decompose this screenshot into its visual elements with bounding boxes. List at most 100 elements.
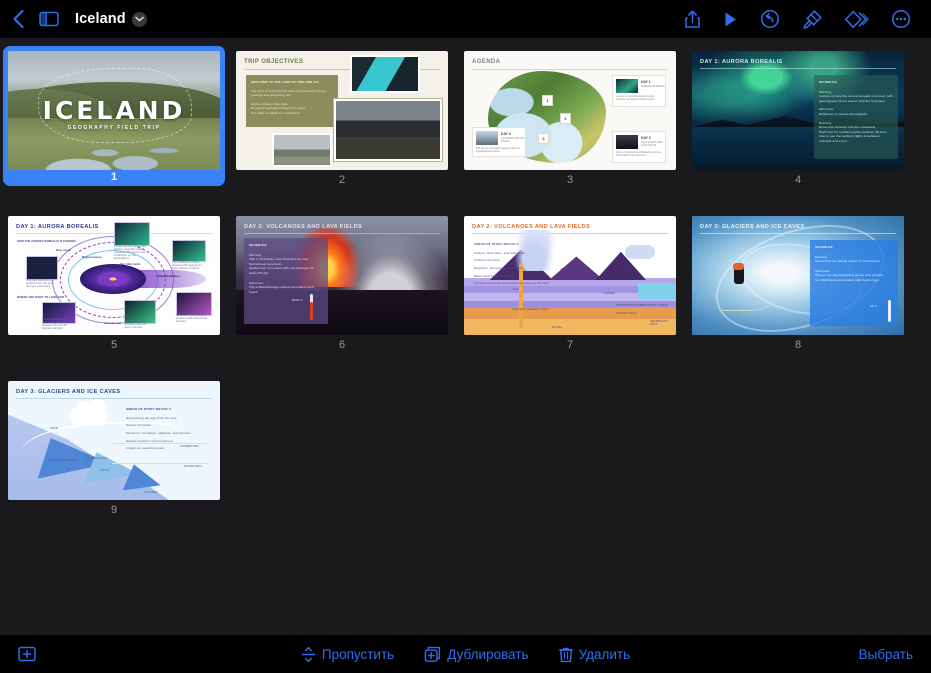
document-title-menu[interactable]: Iceland [73,11,147,27]
schedule-panel: SCHEDULE Morning: Sail across the glacia… [810,240,898,326]
duplicate-slide-button[interactable]: Дублировать [424,646,529,663]
slide-thumb-7[interactable]: DAY 2: VOLCANOES AND LAVA FIELDS AREAS O… [459,211,681,368]
keynote-slide-navigator: Iceland ICELAND GEOGRAPHY FIELD TRIP 1 T… [0,0,931,673]
slide-canvas-8: DAY 3: GLACIERS AND ICE CAVES SCHEDULE M… [692,216,904,335]
slide-thumb-5[interactable]: DAY 1: AURORA BOREALIS HOW THE AURORA BO… [3,211,225,368]
play-button[interactable] [723,11,738,28]
play-icon [725,12,736,26]
slide-canvas-3: AGENDA 1 2 3 DAY 1 AURORA BOREALIS Lectu… [464,51,676,170]
study-bullet-3: Eruptions, fissures, and structure [474,265,523,270]
slide-title-5: DAY 1: AURORA BOREALIS [16,224,99,230]
format-button[interactable] [802,9,823,30]
skip-slide-icon [301,646,316,662]
share-button[interactable] [684,9,701,29]
agenda-card-day2: DAY 2 VOLCANOES AND LAVA FIELDS Visit to… [612,131,666,163]
callout-text-3: The collisions create photons that appea… [172,261,202,270]
winter-melt-line [112,463,208,464]
slide-cell-6[interactable]: DAY 2: VOLCANOES AND LAVA FIELDS SCHEDUL… [228,211,456,368]
schedule-heading: SCHEDULE [815,245,833,249]
callout-text-1: Charged particles are emitted from the s… [26,279,54,288]
delete-slide-button[interactable]: Удалить [558,646,631,663]
slide-number-6: 6 [338,339,346,351]
slide-cell-1[interactable]: ICELAND GEOGRAPHY FIELD TRIP 1 [0,46,228,203]
chevron-down-icon[interactable] [131,11,147,27]
label-closed-field-lines: Closed field lines [156,275,180,278]
sea-water [637,282,676,300]
subheading-study-areas: AREAS OF STUDY ON DAY 2 [474,242,519,246]
bottom-actions: Пропустить Дублировать Удалить [0,646,931,663]
skip-slide-button[interactable]: Пропустить [301,646,394,663]
label-bow-shock: Bow shock [56,249,72,252]
more-icon [891,9,911,29]
slide-cell-8[interactable]: DAY 3: GLACIERS AND ICE CAVES SCHEDULE M… [684,211,912,368]
card-day-label: DAY 1 [641,80,651,84]
animate-icon [845,10,869,28]
slide-cell-4[interactable]: DAY 1: AURORA BOREALIS SCHEDULE Morning:… [684,46,912,203]
slide-cell-2[interactable]: TRIP OBJECTIVES WELCOME TO THE LAND OF F… [228,46,456,203]
schedule-panel: SCHEDULE Morning: Lecture on how the aur… [814,75,898,159]
card-name-label: GLACIERS AND ICE CAVES [501,137,525,144]
label-sedimentary-rock: SEDIMENTARY ROCK [650,320,669,326]
schedule-afternoon-item-2: Ice climbing demonstration with Kevin Ki… [815,277,879,282]
label-igneous-rock: IGNEOUS ROCK [616,312,637,315]
title-rule [700,68,896,69]
photo-vestrahorn [333,98,443,162]
slide-thumb-4[interactable]: DAY 1: AURORA BOREALIS SCHEDULE Morning:… [687,46,909,203]
document-title: Iceland [75,11,126,27]
slide-cell-5[interactable]: DAY 1: AURORA BOREALIS HOW THE AURORA BO… [0,211,228,368]
label-volcanic-ash: VOLCANIC ASH [560,268,580,271]
schedule-evening-item-2: Night tour for northern lights spotting:… [819,129,887,143]
callout-photo-solar-flare [26,256,58,280]
map-pin-2: 2 [560,113,571,124]
schedule-heading: SCHEDULE [249,243,267,247]
back-button[interactable] [12,9,25,29]
card-body: Visit to Holuhraun and Bardarbunga lava … [616,151,661,158]
undo-button[interactable] [760,9,780,29]
earth-magnetosphere-core [80,264,146,294]
callout-text-2: These particles penetrate Earth's magnet… [114,245,147,260]
slide-cell-3[interactable]: AGENDA 1 2 3 DAY 1 AURORA BOREALIS Lectu… [456,46,684,203]
callout-photo-photons [172,240,206,262]
slide-thumb-6[interactable]: DAY 2: VOLCANOES AND LAVA FIELDS SCHEDUL… [231,211,453,368]
slide-number-5: 5 [110,339,118,351]
slide-thumb-2[interactable]: TRIP OBJECTIVES WELCOME TO THE LAND OF F… [231,46,453,203]
thermometer-icon [888,300,891,322]
label-snow: SNOW [50,427,59,430]
slide-thumb-9[interactable]: DAY 3: GLACIERS AND ICE CAVES AREAS OF S… [3,376,225,533]
schedule-morning-item-1: Visit to Holuhraun lava field and the ne… [249,257,309,266]
animate-button[interactable] [845,10,869,29]
callout-text-6: Collisions with nitrogen produce pink an… [176,314,208,323]
card-day-label: DAY 3 [501,132,511,136]
more-button[interactable] [891,9,911,29]
slide-grid[interactable]: ICELAND GEOGRAPHY FIELD TRIP 1 TRIP OBJE… [0,38,931,635]
label-crater: CRATER [604,292,615,295]
slide-thumb-8[interactable]: DAY 3: GLACIERS AND ICE CAVES SCHEDULE M… [687,211,909,368]
thermometer-icon [310,294,313,320]
chevron-left-icon [13,9,24,29]
card-body: Sail across Jokulsarlon lagoon. Hike on … [476,147,520,154]
slide-cell-9[interactable]: DAY 3: GLACIERS AND ICE CAVES AREAS OF S… [0,376,228,533]
slide-cell-7[interactable]: DAY 2: VOLCANOES AND LAVA FIELDS AREAS O… [456,211,684,368]
trash-icon [558,647,573,662]
slide-canvas-1: ICELAND GEOGRAPHY FIELD TRIP [8,51,220,170]
label-geothermal-water: GEOTHERMAL WATER [640,304,669,307]
label-magma: MAGMA [552,326,562,329]
slide-number-7: 7 [566,339,574,351]
add-slide-button[interactable] [18,646,36,662]
photo-geothermal [272,133,332,167]
select-button[interactable]: Выбрать [859,647,913,662]
objectives-intro: The aims of this field trip exploring Ic… [251,88,327,98]
title-rule [472,69,668,70]
photo-lagoon [350,55,420,93]
slide-thumb-3[interactable]: AGENDA 1 2 3 DAY 1 AURORA BOREALIS Lectu… [459,46,681,203]
slide-row: DAY 1: AURORA BOREALIS HOW THE AURORA BO… [0,211,931,368]
card-photo-volcano [616,135,638,149]
study-bullet-4: Glacier behavior and movement [126,438,173,443]
schedule-morning-item-1: Sail across the glacial lagoon of Jokuls… [815,259,880,264]
label-lava: LAVA [512,288,519,291]
sidebar-toggle-button[interactable] [39,11,59,27]
rain-cloud [624,244,655,259]
slide-thumb-1[interactable]: ICELAND GEOGRAPHY FIELD TRIP 1 [3,46,225,186]
delete-slide-label: Удалить [578,646,631,662]
schedule-morning-item-1: Lecture on how the aurora borealis is fo… [819,94,893,103]
